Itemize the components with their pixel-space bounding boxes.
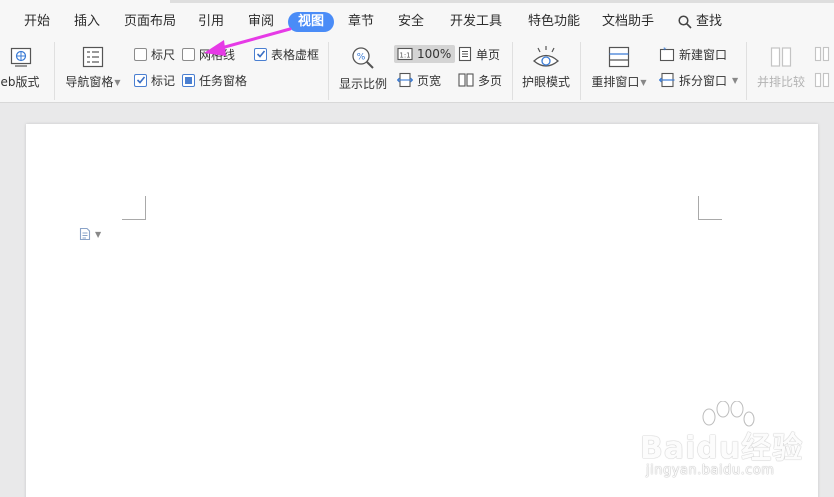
- page-width-icon: [397, 72, 413, 88]
- tab-page-layout[interactable]: 页面布局: [124, 12, 176, 32]
- checkmark-icon: [256, 50, 265, 58]
- sync-scroll-icon: [814, 46, 830, 62]
- ribbon-toolbar: eb版式 导航窗格▼ 标尺 网格线 表格虚框 标记 任务窗格 % 显示比例 1:…: [0, 40, 834, 103]
- tab-search[interactable]: 查找: [678, 12, 722, 32]
- svg-text:*: *: [663, 46, 667, 54]
- tab-developer-tools[interactable]: 开发工具: [450, 12, 502, 32]
- eye-mode-button[interactable]: 护眼模式: [518, 44, 574, 90]
- ruler-label: 标尺: [151, 47, 176, 62]
- side-by-side-label: 并排比较: [756, 75, 805, 89]
- ribbon-tab-bar: 开始 插入 页面布局 引用 审阅 视图 章节 安全 开发工具 特色功能 文档助手…: [0, 0, 834, 40]
- search-icon: [678, 15, 692, 29]
- watermark-main-text: Baidu经验: [640, 431, 804, 466]
- task-pane-label: 任务窗格: [199, 73, 248, 88]
- page-width-button[interactable]: 页宽: [397, 71, 441, 89]
- tab-review[interactable]: 审阅: [248, 12, 274, 32]
- ruler-checkbox-box[interactable]: [134, 47, 147, 61]
- nav-pane-button[interactable]: 导航窗格▼: [64, 46, 122, 90]
- zoom-magnifier-icon: %: [352, 47, 374, 69]
- paragraph-layout-handle[interactable]: ▼: [79, 227, 101, 241]
- crop-mark-top-left: [122, 196, 146, 220]
- gridlines-checkbox[interactable]: 网格线: [182, 45, 235, 63]
- marks-checkbox[interactable]: 标记: [134, 71, 175, 89]
- eye-icon: [533, 46, 559, 67]
- group-separator: [512, 42, 513, 100]
- task-pane-checkbox[interactable]: 任务窗格: [182, 71, 247, 89]
- single-page-icon: [458, 46, 472, 62]
- side-by-side-icon: [770, 47, 792, 67]
- group-separator: [328, 42, 329, 100]
- reset-position-icon: [814, 72, 830, 88]
- arrange-windows-button[interactable]: 重排窗口▼: [588, 46, 650, 90]
- single-page-button[interactable]: 单页: [458, 45, 500, 63]
- document-icon: [79, 227, 91, 241]
- tab-view[interactable]: 视图: [288, 12, 335, 32]
- arrange-windows-label: 重排窗口▼: [591, 75, 647, 89]
- marks-label: 标记: [151, 73, 176, 88]
- group-separator: [580, 42, 581, 100]
- zoom-100-icon: 1:1: [397, 47, 413, 61]
- title-bar-edge: [170, 0, 834, 3]
- watermark-url: jingyan.baidu.com: [646, 463, 775, 478]
- eye-mode-label: 护眼模式: [521, 75, 570, 89]
- nav-pane-icon: [82, 46, 104, 68]
- arrange-windows-icon: [608, 46, 630, 68]
- marks-checkbox-box[interactable]: [134, 73, 147, 87]
- baidu-watermark: Baidu经验 jingyan.baidu.com: [640, 401, 830, 490]
- tab-insert[interactable]: 插入: [74, 12, 100, 32]
- reset-position-button[interactable]: [814, 71, 830, 89]
- gridlines-checkbox-box[interactable]: [182, 47, 195, 61]
- split-window-button[interactable]: 拆分窗口 ▼: [659, 71, 738, 89]
- crop-mark-top-right: [698, 196, 722, 220]
- tab-references[interactable]: 引用: [198, 12, 224, 32]
- web-layout-button[interactable]: eb版式: [0, 46, 46, 90]
- zoom-button[interactable]: % 显示比例: [336, 46, 390, 92]
- zoom-label: 显示比例: [338, 77, 387, 91]
- tab-chapter[interactable]: 章节: [348, 12, 374, 32]
- nav-pane-label: 导航窗格▼: [65, 75, 121, 89]
- sync-scroll-button[interactable]: [814, 45, 830, 63]
- multi-page-button[interactable]: 多页: [458, 71, 502, 89]
- table-gridlines-label: 表格虚框: [271, 47, 320, 62]
- checkmark-icon: [136, 76, 145, 84]
- table-gridlines-checkbox-box[interactable]: [254, 47, 267, 61]
- zoom-100-label: 100%: [417, 47, 452, 61]
- zoom-100-button[interactable]: 1:1 100%: [394, 45, 456, 63]
- chevron-down-icon: ▼: [95, 229, 102, 239]
- tab-home[interactable]: 开始: [24, 12, 50, 32]
- tab-special-features[interactable]: 特色功能: [528, 12, 580, 32]
- new-window-icon: *: [659, 46, 675, 62]
- tab-security[interactable]: 安全: [398, 12, 424, 32]
- chevron-down-icon: ▼: [640, 78, 647, 87]
- group-separator: [54, 42, 55, 100]
- chevron-down-icon: ▼: [732, 75, 739, 85]
- web-layout-label: eb版式: [0, 75, 40, 89]
- tab-search-label: 查找: [696, 14, 723, 29]
- task-pane-checkbox-box[interactable]: [182, 73, 195, 87]
- web-layout-icon: [10, 47, 32, 67]
- group-separator: [746, 42, 747, 100]
- side-by-side-button[interactable]: 并排比较: [752, 46, 810, 90]
- new-window-label: 新建窗口: [679, 47, 728, 62]
- single-page-label: 单页: [476, 47, 501, 62]
- split-window-label: 拆分窗口: [679, 73, 728, 88]
- page-width-label: 页宽: [417, 73, 442, 88]
- chevron-down-icon: ▼: [114, 78, 121, 87]
- multi-page-icon: [458, 73, 474, 87]
- ruler-checkbox[interactable]: 标尺: [134, 45, 175, 63]
- tab-doc-assistant[interactable]: 文档助手: [602, 12, 654, 32]
- svg-text:%: %: [357, 53, 366, 63]
- table-gridlines-checkbox[interactable]: 表格虚框: [254, 45, 319, 63]
- new-window-button[interactable]: * 新建窗口: [659, 45, 727, 63]
- split-window-icon: [659, 72, 675, 88]
- multi-page-label: 多页: [478, 73, 503, 88]
- svg-text:1:1: 1:1: [399, 52, 410, 60]
- gridlines-label: 网格线: [199, 47, 236, 62]
